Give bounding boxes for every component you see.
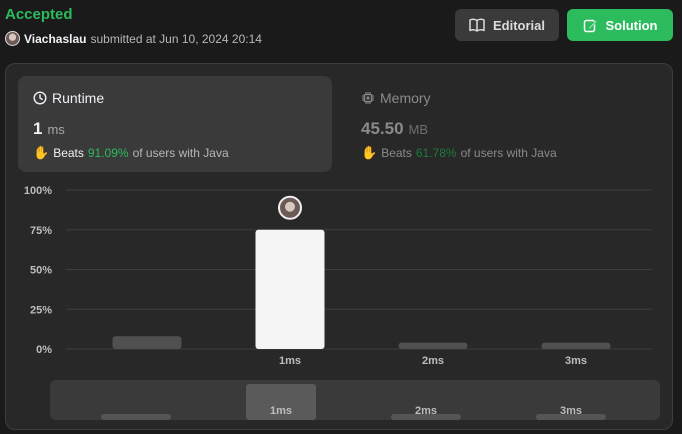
chart-bar[interactable] (398, 342, 468, 349)
avatar[interactable] (5, 31, 20, 46)
username[interactable]: Viachaslau (24, 32, 86, 46)
chart-bar[interactable] (112, 336, 182, 349)
solution-label: Solution (605, 17, 658, 33)
user-avatar-face (285, 201, 295, 212)
x-tick-label: 1ms (279, 355, 301, 367)
book-icon (469, 18, 485, 32)
y-tick-label: 0% (36, 344, 52, 356)
y-tick-label: 50% (30, 265, 52, 277)
editorial-button[interactable]: Editorial (455, 9, 559, 41)
submission-result: Accepted Viachaslau submitted at Jun 10,… (0, 0, 682, 434)
status-title: Accepted (5, 6, 73, 23)
overview-bar[interactable] (101, 414, 171, 420)
y-tick-label: 75% (30, 225, 52, 237)
x-tick-label: 3ms (565, 355, 587, 367)
y-tick-label: 100% (24, 185, 52, 197)
overview-label: 3ms (560, 405, 582, 417)
chart-bar[interactable] (541, 342, 611, 349)
performance-card: Runtime 1 ms ✋ Beats 91.09% of users wit… (5, 63, 673, 430)
editorial-label: Editorial (492, 17, 545, 33)
runtime-distribution-chart: 100% 75% 50% 25% 0% 1ms 2ms 3ms 1ms 2ms 3ms (24, 185, 660, 420)
y-tick-label: 25% (30, 304, 52, 316)
overview-label: 1ms (270, 405, 292, 417)
submitter-info: Viachaslau submitted at Jun 10, 2024 20:… (5, 31, 262, 46)
edit-icon (583, 19, 598, 32)
solution-button[interactable]: Solution (567, 9, 673, 41)
chart-bar[interactable] (255, 229, 325, 349)
submission-time: submitted at Jun 10, 2024 20:14 (90, 31, 262, 46)
x-tick-label: 2ms (422, 355, 444, 367)
overview-label: 2ms (415, 405, 437, 417)
